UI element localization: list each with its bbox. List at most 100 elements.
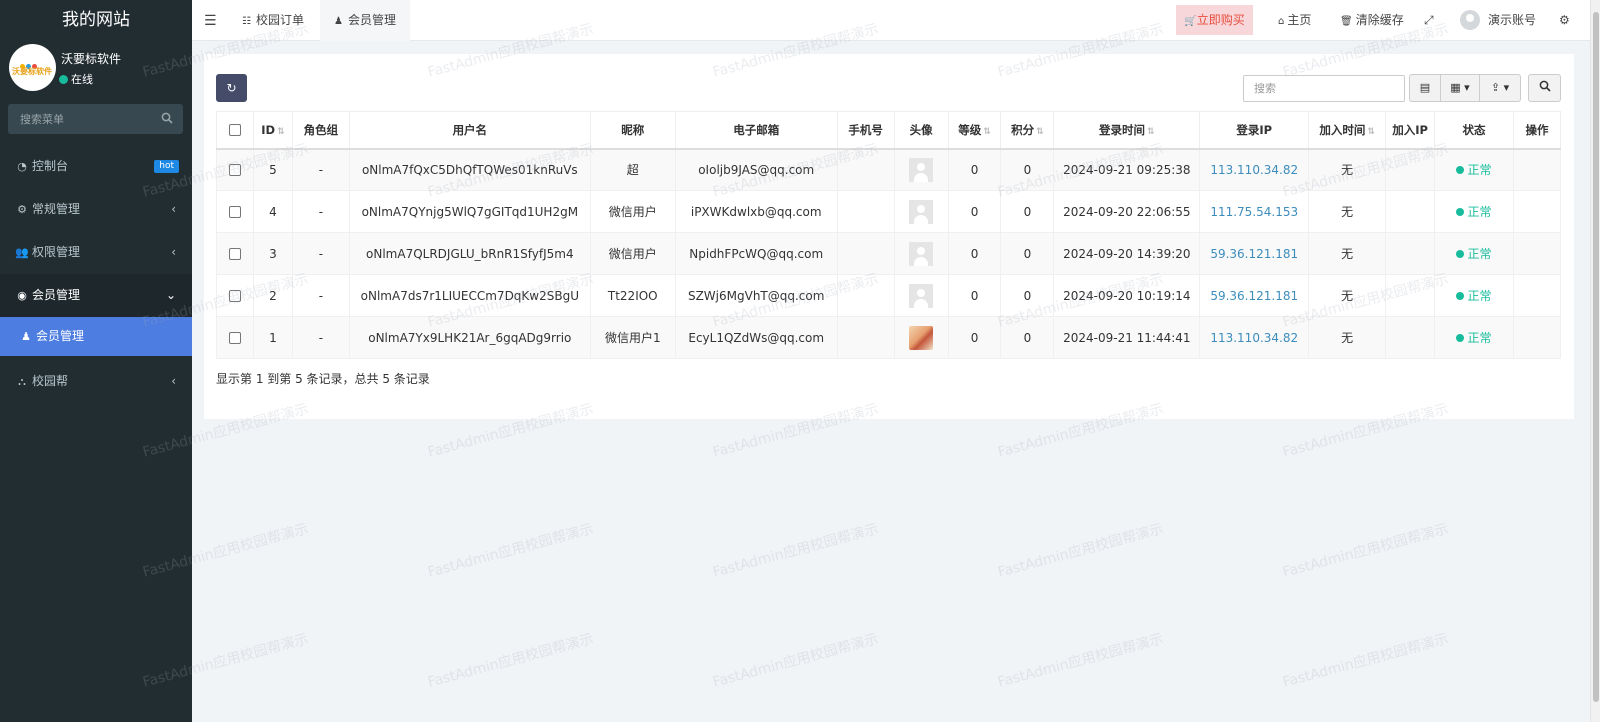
table-row[interactable]: 3- oNlmA7QLRDJGLU_bRnR1SfyfJ5m4 微信用户 NpidhF… — [216, 232, 1562, 275]
fullscreen-icon[interactable]: ⤢ — [1424, 0, 1434, 41]
user-avatar-placeholder[interactable] — [909, 241, 934, 266]
online-dot-icon — [59, 75, 68, 84]
sidebar-item-dashboard[interactable]: ◔ 控制台 hot — [0, 145, 192, 188]
cell-avatar — [893, 232, 949, 275]
col-level[interactable]: 等级 ⇅ — [947, 111, 1002, 150]
search-icon[interactable] — [161, 112, 173, 127]
col-score[interactable]: 积分 ⇅ — [1000, 111, 1055, 150]
sidebar-item-general[interactable]: ⚙ 常规管理 ‹ — [0, 188, 192, 231]
cogs-icon: ⚙ — [17, 203, 27, 216]
columns-button[interactable]: ▦ ▾ — [1441, 75, 1480, 101]
row-checkbox[interactable] — [228, 164, 241, 177]
row-checkbox[interactable] — [228, 248, 241, 260]
table-row[interactable]: 1- oNlmA7Yx9LHK21Ar_6gqADg9rrio 微信用户1 EcyL1… — [216, 316, 1562, 359]
cell-id: 5 — [252, 148, 293, 191]
cell-actions — [1512, 274, 1562, 317]
page-scrollbar[interactable] — [1590, 0, 1600, 722]
cell-loginip[interactable]: 113.110.34.82 — [1199, 148, 1310, 191]
cell-loginip[interactable]: 59.36.121.181 — [1199, 274, 1310, 317]
home-link[interactable]: ⌂ 主页 — [1278, 0, 1311, 41]
export-button[interactable]: ⇪ ▾ — [1480, 75, 1520, 101]
table-row[interactable]: 5- oNlmA7fQxC5DhQfTQWes01knRuVs 超 oIoljb9JA… — [216, 148, 1562, 191]
cell-nickname: 微信用户 — [589, 190, 676, 233]
tab-member-manage[interactable]: ♟ 会员管理 — [320, 0, 410, 41]
sidebar-item-member-manage[interactable]: ♟ 会员管理 — [0, 317, 192, 356]
clear-cache-link[interactable]: 🗑 清除缓存 — [1340, 0, 1404, 41]
row-checkbox[interactable] — [228, 206, 241, 218]
status-text: 在线 — [71, 73, 93, 86]
toggle-view-button[interactable]: ▤ — [1410, 75, 1441, 101]
clear-cache-label: 清除缓存 — [1355, 13, 1404, 27]
user-avatar-placeholder[interactable] — [909, 199, 934, 224]
col-label: 昵称 — [621, 122, 645, 137]
cell-status[interactable]: 正常 — [1434, 232, 1514, 275]
site-brand[interactable]: 我的网站 — [0, 0, 192, 40]
table-view-icon: ▤ — [1419, 81, 1431, 94]
col-label: 操作 — [1525, 122, 1549, 137]
cell-username: oNlmA7QYnjg5WlQ7gGITqd1UH2gM — [348, 190, 591, 233]
col-status: 状态 — [1434, 111, 1514, 150]
row-checkbox[interactable] — [228, 332, 241, 344]
col-label: 加入IP — [1392, 122, 1428, 137]
cell-email: SZWj6MgVhT@qq.com — [674, 274, 838, 317]
cell-status[interactable]: 正常 — [1434, 274, 1514, 317]
cell-actions — [1512, 316, 1562, 359]
cell-status[interactable]: 正常 — [1434, 190, 1514, 233]
refresh-button[interactable]: ↻ — [216, 74, 247, 102]
cell-nickname: 超 — [589, 148, 676, 191]
col-label: 积分 — [1011, 122, 1035, 137]
top-navbar: ☰ ☷ 校园订单 ♟ 会员管理 🛒立即购买 ⌂ 主页 🗑 清除缓存 ⤢ 演示账号 ⚙ — [192, 0, 1600, 41]
table-row[interactable]: 2- oNlmA7ds7r1LIUECCm7DqKw2SBgU Tt22IOO SZW… — [216, 274, 1562, 317]
user-avatar-image[interactable] — [909, 325, 934, 350]
trash-icon: 🗑 — [1340, 16, 1353, 27]
col-email: 电子邮箱 — [674, 111, 838, 150]
loginip-link[interactable]: 113.110.34.82 — [1210, 331, 1298, 345]
loginip-link[interactable]: 59.36.121.181 — [1210, 247, 1298, 261]
cell-status[interactable]: 正常 — [1434, 148, 1514, 191]
table-search-input[interactable] — [1243, 75, 1405, 102]
sidebar-item-label: 权限管理 — [32, 245, 81, 259]
account-menu[interactable]: 演示账号 — [1460, 0, 1536, 41]
settings-gear-icon[interactable]: ⚙ — [1559, 0, 1570, 41]
row-checkbox[interactable] — [228, 290, 241, 302]
home-label: 主页 — [1287, 13, 1312, 27]
cell-status[interactable]: 正常 — [1434, 316, 1514, 359]
menu-search — [8, 104, 183, 134]
select-all-checkbox[interactable] — [228, 124, 241, 137]
cell-avatar — [893, 316, 949, 359]
pagination-info: 显示第 1 到第 5 条记录，总共 5 条记录 — [216, 372, 430, 386]
user-avatar-placeholder[interactable] — [909, 157, 934, 182]
tab-campus-orders[interactable]: ☷ 校园订单 — [228, 0, 318, 41]
loginip-link[interactable]: 59.36.121.181 — [1210, 289, 1298, 303]
cell-loginip[interactable]: 111.75.54.153 — [1199, 190, 1310, 233]
avatar-logo-text: 沃要标软件 — [12, 67, 52, 76]
buy-now-button[interactable]: 🛒立即购买 — [1176, 5, 1253, 35]
scrollbar-thumb[interactable] — [1593, 12, 1599, 702]
advanced-search-button[interactable] — [1528, 74, 1561, 102]
export-icon: ⇪ ▾ — [1490, 81, 1510, 94]
sidebar-item-auth[interactable]: 👥 权限管理 ‹ — [0, 231, 192, 274]
loginip-link[interactable]: 113.110.34.82 — [1210, 163, 1298, 177]
status-dot-icon — [1456, 208, 1465, 216]
col-username: 用户名 — [348, 111, 591, 150]
menu-search-input[interactable] — [8, 104, 183, 134]
menu-toggle-icon[interactable]: ☰ — [204, 13, 217, 29]
cell-jointime: 无 — [1308, 232, 1387, 275]
table-header-row: ID ⇅ 角色组 用户名 昵称 电子邮箱 手机号 头像 等级 ⇅ 积分 ⇅ 登录时间 ⇅… — [216, 111, 1562, 150]
sidebar-item-member[interactable]: ◉ 会员管理 ⌄ — [0, 274, 192, 317]
col-logintime[interactable]: 登录时间 ⇅ — [1053, 111, 1201, 150]
user-icon: ♟ — [334, 16, 343, 27]
col-jointime[interactable]: 加入时间 ⇅ — [1308, 111, 1387, 150]
user-panel: 沃要标软件 沃要标软件 在线 — [0, 40, 192, 96]
table-row[interactable]: 4- oNlmA7QYnjg5WlQ7gGITqd1UH2gM 微信用户 iPXWKd… — [216, 190, 1562, 233]
cell-loginip[interactable]: 59.36.121.181 — [1199, 232, 1310, 275]
row-select — [216, 316, 254, 359]
user-avatar-placeholder[interactable] — [909, 283, 934, 308]
watermark-text: FastAdmin应用校园帮演示 — [426, 631, 596, 691]
sidebar-item-campus[interactable]: ⛬ 校园帮 ‹ — [0, 360, 192, 403]
loginip-link[interactable]: 111.75.54.153 — [1210, 205, 1298, 219]
col-id[interactable]: ID ⇅ — [252, 111, 293, 150]
cell-loginip[interactable]: 113.110.34.82 — [1199, 316, 1310, 359]
row-select — [216, 274, 254, 317]
user-name: 沃要标软件 — [61, 52, 122, 66]
